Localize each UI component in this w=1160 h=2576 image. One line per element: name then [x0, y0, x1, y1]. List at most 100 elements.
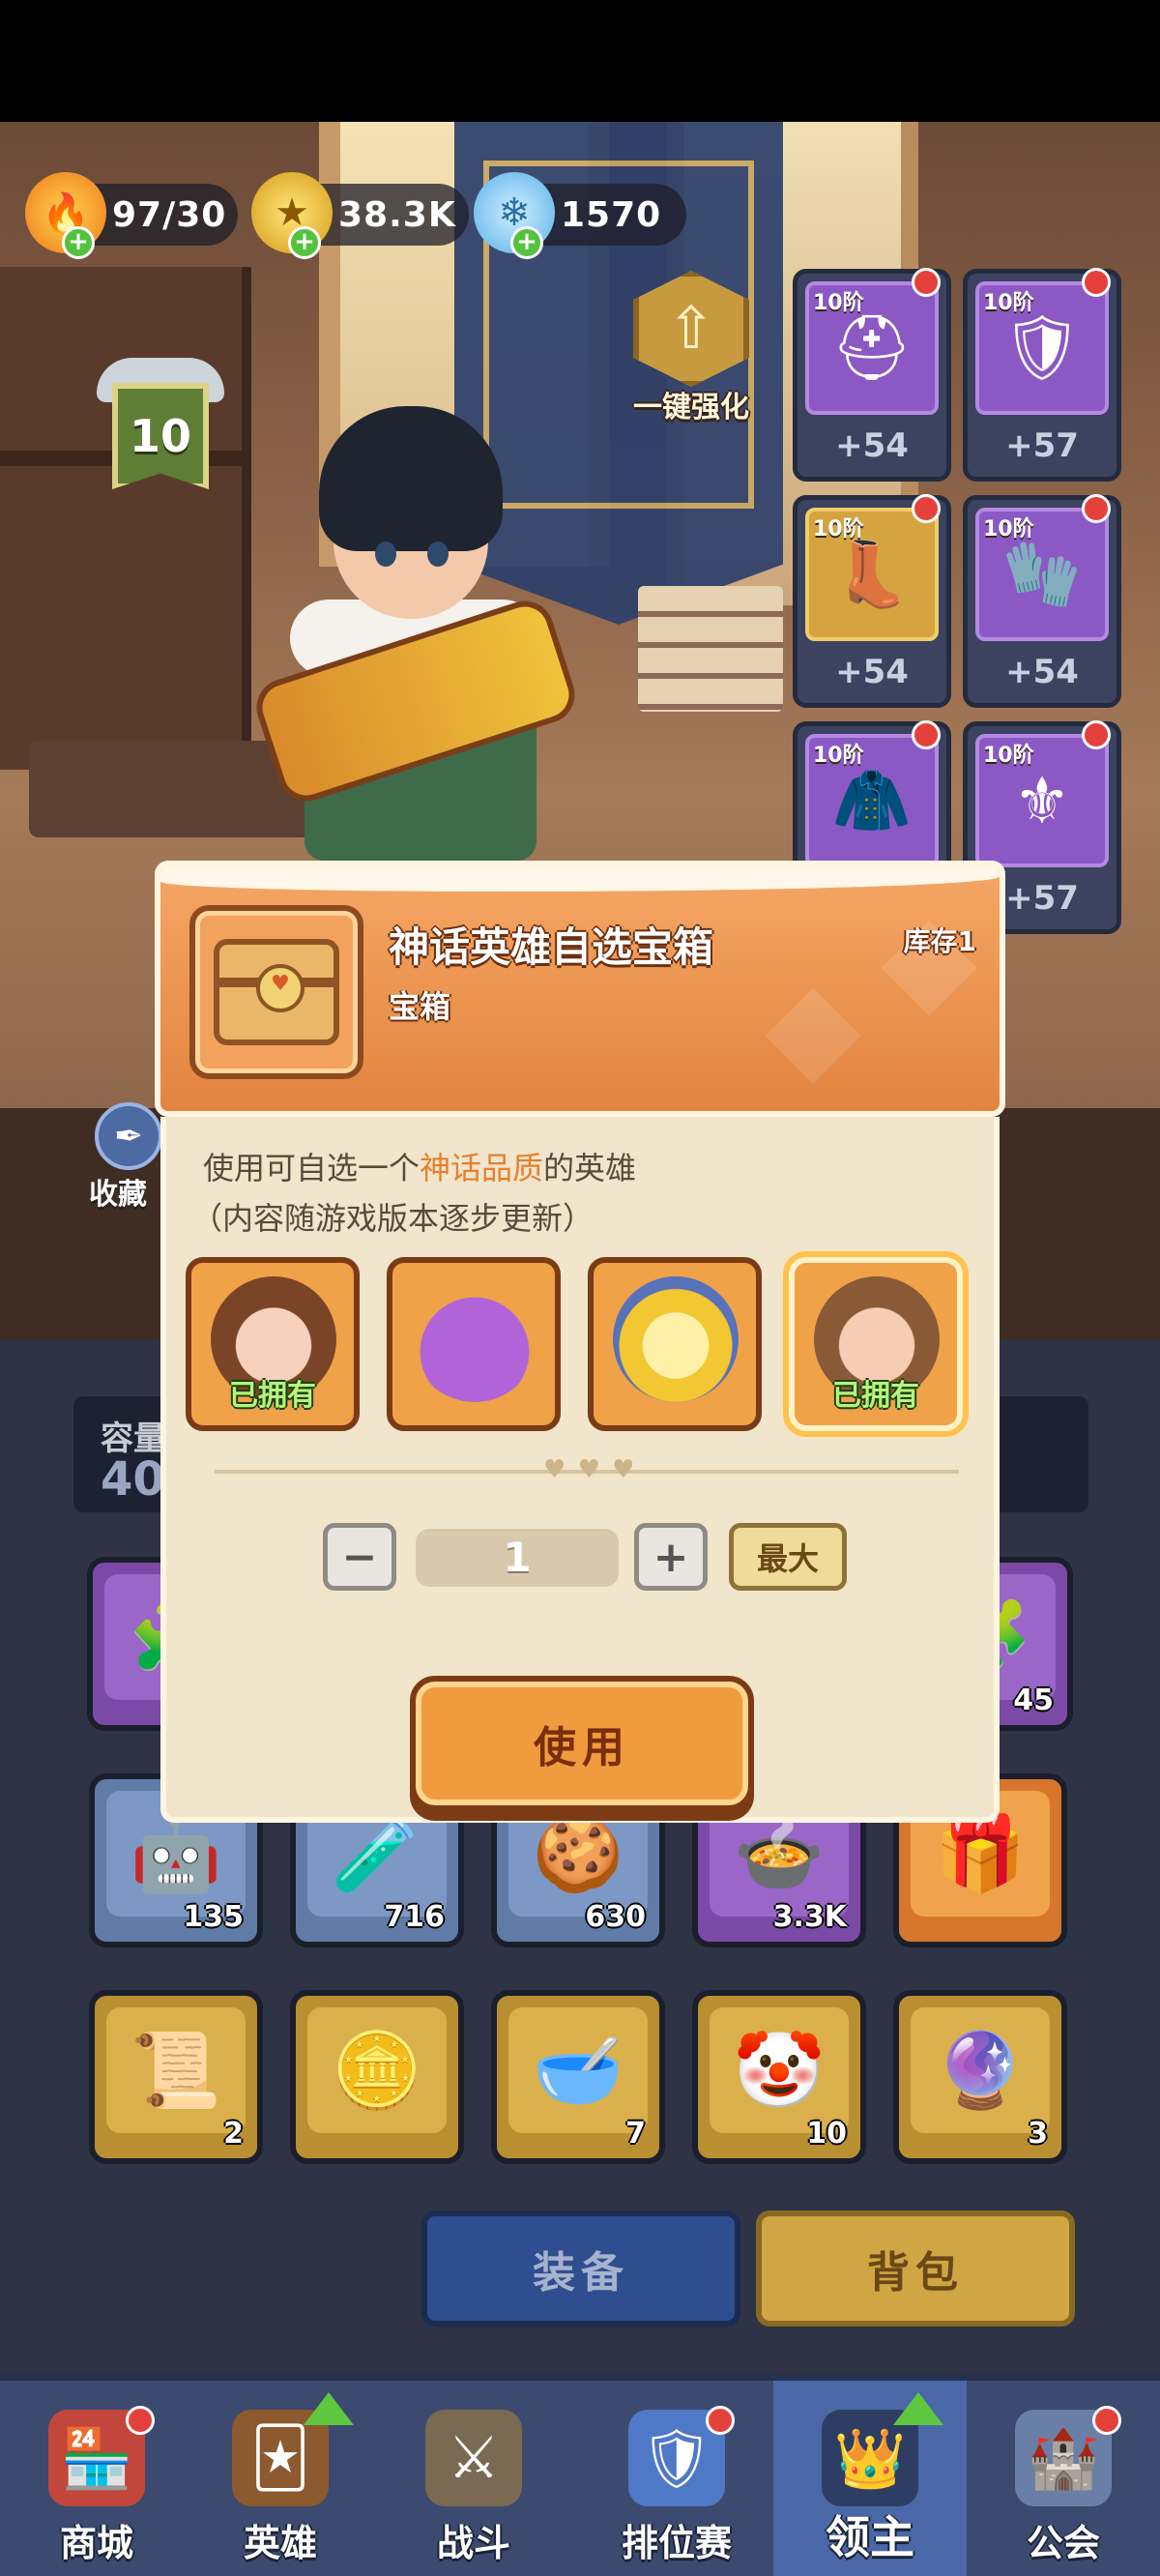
- bottom-nav: 🏪 商城 🃏 英雄 ⚔ 战斗 🛡 排位赛 👑 领主 🏰 公会: [0, 2375, 1160, 2576]
- book-stack: [638, 586, 783, 712]
- one-key-upgrade-button[interactable]: ⇧ 一键强化: [619, 271, 764, 425]
- tab-backpack[interactable]: 背包: [756, 2210, 1075, 2327]
- hero-hair: [319, 406, 503, 551]
- modal-header: 神话英雄自选宝箱 宝箱 库存1: [155, 861, 1005, 1117]
- nav-label: 领主: [826, 2511, 914, 2563]
- add-gem-icon[interactable]: +: [510, 226, 543, 259]
- max-quantity-button[interactable]: 最大: [729, 1523, 847, 1591]
- item-count: 7: [625, 2117, 646, 2151]
- lord-level: 10: [129, 410, 191, 462]
- inventory-item[interactable]: 🪙: [290, 1990, 464, 2164]
- notification-dot: [1082, 720, 1111, 749]
- item-count: 630: [585, 1900, 646, 1934]
- equip-tier: 10阶: [983, 291, 1034, 315]
- equip-slot-helmet[interactable]: ⛑ 10阶 +54: [793, 268, 951, 482]
- nav-lord[interactable]: 👑 领主: [773, 2381, 967, 2576]
- energy-value: 97/30: [112, 194, 227, 235]
- hero-option-3[interactable]: [588, 1257, 762, 1431]
- medal-coin-icon: 🪙: [307, 2007, 447, 2133]
- upgrade-arrow-icon: [304, 2392, 354, 2425]
- tab-equipment[interactable]: 装备: [421, 2210, 740, 2327]
- equip-tier: 10阶: [983, 744, 1034, 768]
- notification-dot: [1082, 494, 1111, 523]
- item-icon: [189, 905, 363, 1079]
- equip-slot-armor[interactable]: 🛡 10阶 +57: [963, 268, 1121, 482]
- equip-tier: 10阶: [813, 291, 864, 315]
- equip-bonus: +54: [835, 653, 909, 691]
- item-note: （内容随游戏版本逐步更新）: [191, 1200, 594, 1237]
- collect-label[interactable]: 收藏: [89, 1170, 147, 1213]
- hero-option-2[interactable]: [387, 1257, 561, 1431]
- nav-guild[interactable]: 🏰 公会: [967, 2381, 1160, 2576]
- add-gold-icon[interactable]: +: [288, 226, 321, 259]
- nav-label: 公会: [1026, 2522, 1100, 2564]
- level-flag: 10: [112, 383, 209, 489]
- owned-label: 已拥有: [832, 1379, 919, 1413]
- increase-quantity-button[interactable]: +: [634, 1523, 708, 1591]
- notification-dot: [126, 2406, 155, 2435]
- equip-slot-boots[interactable]: 👢 10阶 +54: [793, 494, 951, 708]
- decor-diamond: [765, 987, 861, 1084]
- nav-battle[interactable]: ⚔ 战斗: [377, 2381, 570, 2576]
- lord-level-badge[interactable]: 10: [97, 348, 224, 493]
- equipment-grid: ⛑ 10阶 +54 🛡 10阶 +57 👢 10阶 +54 🧤 10阶 +54 …: [793, 268, 1131, 936]
- gem-counter[interactable]: ❄ + 1570: [474, 172, 686, 259]
- feather-icon[interactable]: ✒: [95, 1102, 162, 1170]
- notification-dot: [706, 2406, 735, 2435]
- item-count: 3: [1028, 2117, 1048, 2151]
- orb-icon: 🔮: [911, 2007, 1050, 2133]
- nav-shop[interactable]: 🏪 商城: [0, 2381, 193, 2576]
- hero-eye: [375, 542, 396, 567]
- use-button[interactable]: 使用: [410, 1676, 754, 1811]
- desc-suffix: 的英雄: [543, 1150, 637, 1186]
- treasure-chest-icon: [214, 939, 339, 1045]
- equip-bonus: +54: [1005, 653, 1079, 691]
- desc-prefix: 使用可自选一个: [203, 1150, 420, 1186]
- gem-value: 1570: [561, 194, 662, 235]
- hero-portrait: [613, 1276, 739, 1402]
- status-bar: [0, 0, 1160, 122]
- hero-option-4[interactable]: 已拥有: [789, 1257, 963, 1431]
- item-count: 3.3K: [772, 1900, 847, 1934]
- nav-hero[interactable]: 🃏 英雄: [184, 2381, 377, 2576]
- item-count: 135: [183, 1900, 244, 1934]
- item-count: 45: [1013, 1683, 1054, 1717]
- equip-bonus: +57: [1005, 426, 1079, 465]
- item-count: 2: [223, 2117, 244, 2151]
- equip-tier: 10阶: [813, 744, 864, 768]
- equip-slot-gauntlet[interactable]: 🧤 10阶 +54: [963, 494, 1121, 708]
- hero-shard-icon: 🤡: [710, 2007, 849, 2133]
- bookshelf: [0, 267, 251, 770]
- quantity-value[interactable]: 1: [416, 1529, 619, 1587]
- notification-dot: [1092, 2406, 1121, 2435]
- item-count: 10: [806, 2117, 847, 2151]
- bowl-icon: 🥣: [508, 2007, 648, 2133]
- hero-eye: [427, 542, 449, 567]
- equip-tier: 10阶: [983, 517, 1034, 542]
- inventory-item[interactable]: 🤡 10: [692, 1990, 866, 2164]
- item-count: 716: [384, 1900, 445, 1934]
- add-energy-icon[interactable]: +: [62, 226, 95, 259]
- item-title: 神话英雄自选宝箱: [389, 923, 714, 971]
- inventory-item[interactable]: 🥣 7: [491, 1990, 665, 2164]
- decrease-quantity-button[interactable]: −: [323, 1523, 396, 1591]
- inventory-item[interactable]: 🔮 3: [893, 1990, 1067, 2164]
- notification-dot: [1082, 268, 1111, 297]
- equip-bonus: +54: [835, 426, 909, 465]
- item-type: 宝箱: [389, 988, 451, 1025]
- notification-dot: [912, 268, 941, 297]
- heart-ornament-icon: ♥ ♥ ♥: [543, 1455, 637, 1484]
- notification-dot: [912, 494, 941, 523]
- gold-counter[interactable]: ★ + 38.3K: [251, 172, 469, 259]
- energy-counter[interactable]: 🔥 + 97/30: [25, 172, 238, 259]
- item-description: 使用可自选一个神话品质的英雄: [203, 1144, 636, 1188]
- one-key-upgrade-label: 一键强化: [633, 391, 749, 424]
- nav-ranked[interactable]: 🛡 排位赛: [580, 2381, 773, 2576]
- upgrade-arrow-icon: ⇧: [633, 271, 749, 387]
- item-detail-modal: 神话英雄自选宝箱 宝箱 库存1 使用可自选一个神话品质的英雄 （内容随游戏版本逐…: [155, 861, 1005, 1828]
- battle-icon: ⚔: [425, 2410, 522, 2506]
- nav-label: 英雄: [243, 2522, 317, 2564]
- hero-option-1[interactable]: 已拥有: [186, 1257, 360, 1431]
- modal-body: 使用可自选一个神话品质的英雄 （内容随游戏版本逐步更新） 已拥有 已拥有 ♥ ♥…: [160, 1117, 1000, 1823]
- inventory-item[interactable]: 📜 2: [89, 1990, 263, 2164]
